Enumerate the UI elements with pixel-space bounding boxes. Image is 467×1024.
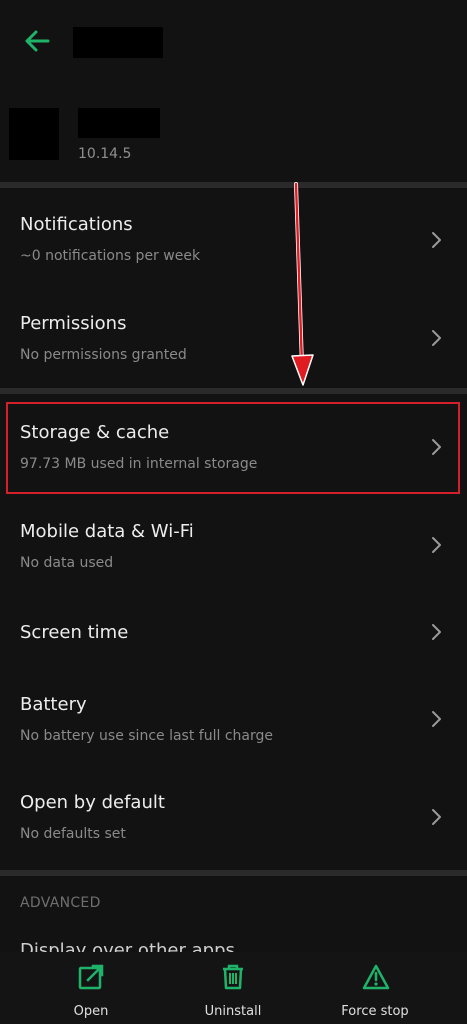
section-header-advanced: ADVANCED <box>20 895 101 911</box>
force-stop-button[interactable]: Force stop <box>305 960 445 1020</box>
annotation-arrow <box>291 182 314 386</box>
chevron-right-icon <box>432 624 441 640</box>
bottom-action-bar: Open Uninstall Force stop <box>0 952 467 1024</box>
uninstall-button[interactable]: Uninstall <box>163 960 303 1020</box>
open-button[interactable]: Open <box>21 960 161 1020</box>
settings-item-open-by-default[interactable]: Open by default No defaults set <box>0 768 467 866</box>
section-divider <box>0 870 467 876</box>
settings-item-battery[interactable]: Battery No battery use since last full c… <box>0 670 467 768</box>
item-title: Open by default <box>20 792 165 813</box>
item-subtitle: No data used <box>20 555 114 571</box>
chevron-right-icon <box>432 330 441 346</box>
chevron-right-icon <box>432 809 441 825</box>
item-title: Mobile data & Wi-Fi <box>20 521 194 542</box>
trash-icon <box>223 964 243 990</box>
settings-item-permissions[interactable]: Permissions No permissions granted <box>0 289 467 387</box>
force-stop-label: Force stop <box>341 1004 409 1019</box>
item-subtitle: No battery use since last full charge <box>20 728 273 744</box>
open-external-icon <box>78 964 104 990</box>
item-subtitle: No defaults set <box>20 826 126 842</box>
item-subtitle: 97.73 MB used in internal storage <box>20 456 258 472</box>
settings-item-notifications[interactable]: Notifications ~0 notifications per week <box>0 190 467 288</box>
chevron-right-icon <box>432 232 441 248</box>
item-title: Storage & cache <box>20 422 170 443</box>
item-title: Battery <box>20 694 87 715</box>
item-subtitle: No permissions granted <box>20 347 187 363</box>
app-version: 10.14.5 <box>78 146 132 162</box>
item-title: Notifications <box>20 214 133 235</box>
section-divider <box>0 182 467 188</box>
chevron-right-icon <box>432 537 441 553</box>
top-app-bar <box>0 0 467 86</box>
chevron-right-icon <box>432 711 441 727</box>
settings-item-storage-cache[interactable]: Storage & cache 97.73 MB used in interna… <box>0 398 467 496</box>
redacted-app-name <box>78 108 160 138</box>
back-arrow-icon <box>25 30 50 52</box>
back-button[interactable] <box>18 26 54 56</box>
item-title: Screen time <box>20 622 129 643</box>
section-divider <box>0 388 467 394</box>
redacted-app-icon <box>9 108 59 160</box>
redacted-title <box>73 27 163 58</box>
settings-item-mobile-data[interactable]: Mobile data & Wi-Fi No data used <box>0 497 467 595</box>
open-label: Open <box>73 1004 109 1019</box>
uninstall-label: Uninstall <box>204 1004 262 1019</box>
chevron-right-icon <box>432 439 441 455</box>
warning-icon <box>362 964 390 990</box>
item-title: Permissions <box>20 313 127 334</box>
item-subtitle: ~0 notifications per week <box>20 248 201 264</box>
app-header <box>0 86 467 182</box>
